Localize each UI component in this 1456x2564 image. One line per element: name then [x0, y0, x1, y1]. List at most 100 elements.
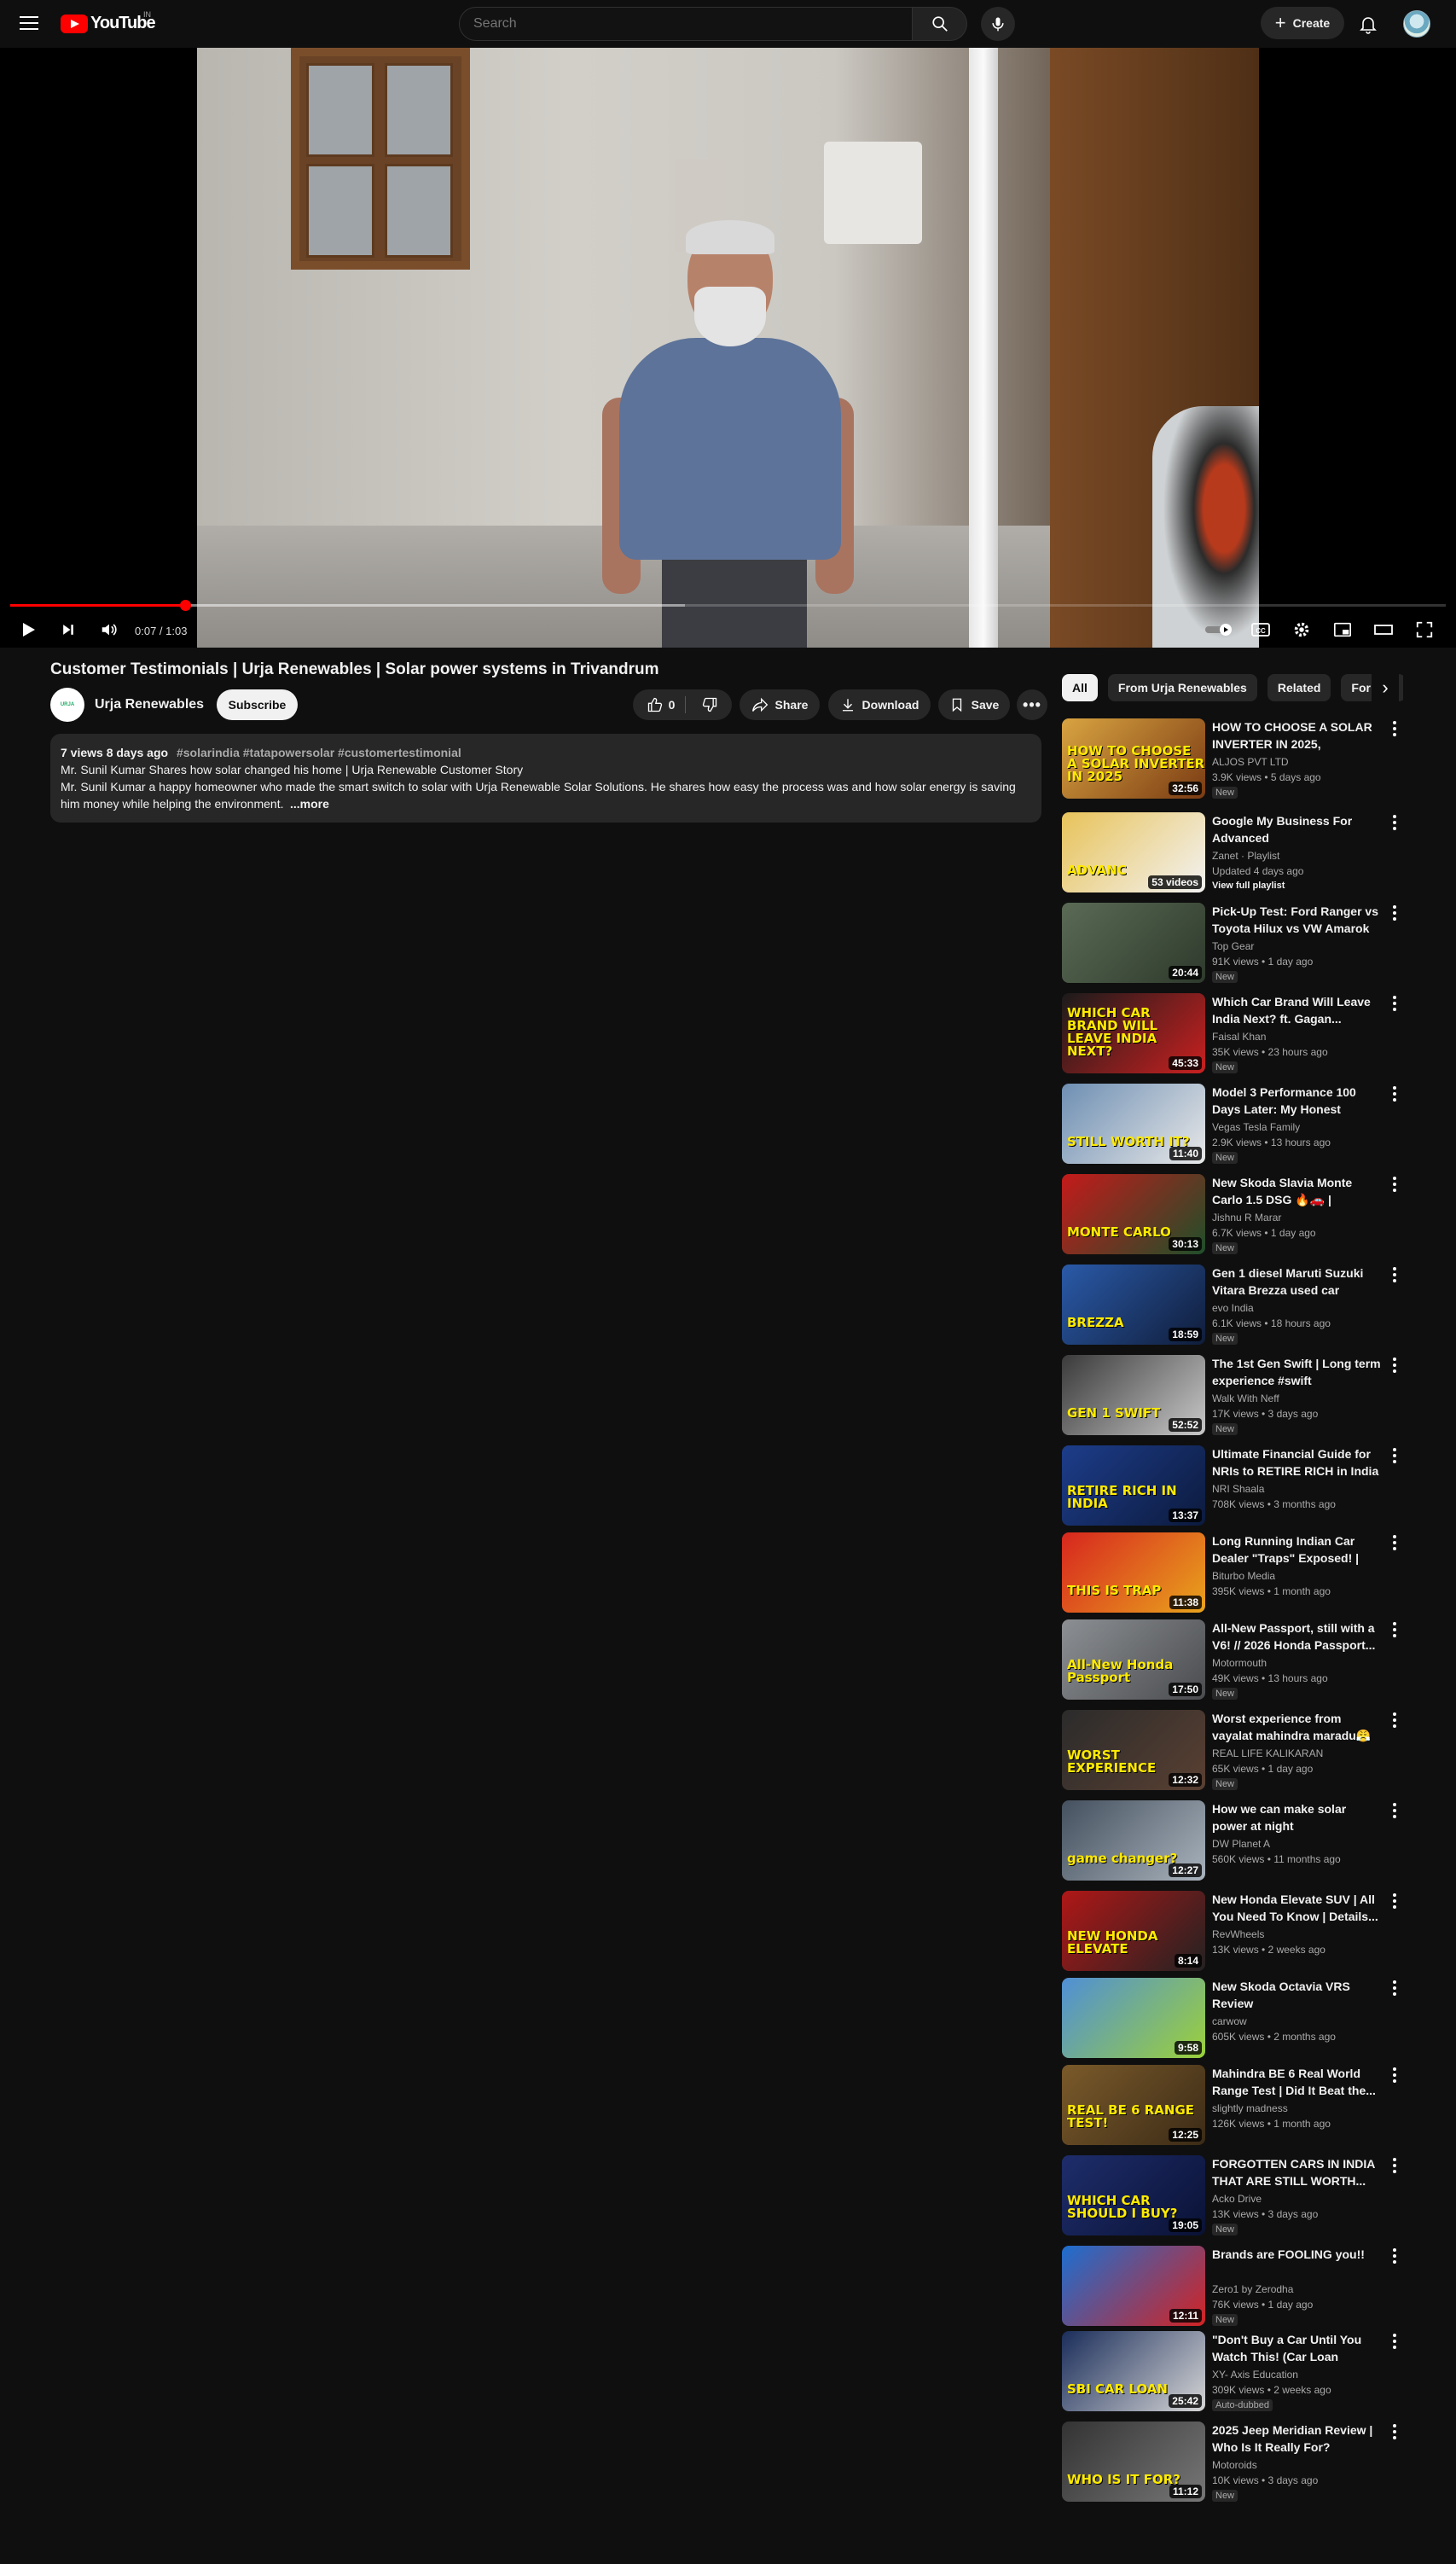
theater-mode-button[interactable] — [1370, 616, 1397, 643]
recommendation-item[interactable]: STILL WORTH IT? 11:40 Model 3 Performance … — [1062, 1084, 1403, 1166]
recommendation-channel[interactable]: evo India — [1212, 1302, 1254, 1314]
video-thumbnail[interactable]: RETIRE RICH IN INDIA 13:37 — [1062, 1445, 1205, 1526]
search-input[interactable] — [459, 7, 914, 41]
video-thumbnail[interactable]: HOW TO CHOOSE A SOLAR INVERTER IN 2025 32… — [1062, 718, 1205, 799]
autoplay-toggle[interactable] — [1203, 616, 1237, 643]
recommendation-title[interactable]: Brands are FOOLING you!! — [1212, 2246, 1383, 2263]
download-button[interactable]: Download — [828, 689, 931, 720]
recommendation-title[interactable]: How we can make solar power at night — [1212, 1800, 1383, 1834]
video-thumbnail[interactable]: NEW HONDA ELEVATE 8:14 — [1062, 1891, 1205, 1971]
chip-from-urja-renewables[interactable]: From Urja Renewables — [1107, 674, 1257, 701]
more-vertical-icon[interactable] — [1388, 814, 1401, 831]
recommendation-channel[interactable]: REAL LIFE KALIKARAN — [1212, 1747, 1323, 1759]
recommendation-title[interactable]: The 1st Gen Swift | Long term experience… — [1212, 1355, 1383, 1389]
video-player[interactable]: 0:07 / 1:03 CC — [0, 48, 1456, 648]
recommendation-title[interactable]: Long Running Indian Car Dealer "Traps" E… — [1212, 1532, 1383, 1567]
more-vertical-icon[interactable] — [1388, 2067, 1401, 2084]
recommendation-item[interactable]: HOW TO CHOOSE A SOLAR INVERTER IN 2025 32… — [1062, 718, 1403, 800]
progress-bar[interactable] — [10, 600, 1446, 611]
recommendation-title[interactable]: Worst experience from vayalat mahindra m… — [1212, 1710, 1383, 1744]
recommendation-item[interactable]: All-New Honda Passport 17:50 All-New Passp… — [1062, 1619, 1403, 1701]
video-thumbnail[interactable]: WHO IS IT FOR? 11:12 — [1062, 2422, 1205, 2502]
more-vertical-icon[interactable] — [1388, 1447, 1401, 1464]
recommendation-channel[interactable]: NRI Shaala — [1212, 1483, 1264, 1495]
recommendation-title[interactable]: 2025 Jeep Meridian Review | Who Is It Re… — [1212, 2422, 1383, 2456]
chip-all[interactable]: All — [1062, 674, 1098, 701]
recommendation-item[interactable]: WHICH CAR BRAND WILL LEAVE INDIA NEXT? 45… — [1062, 993, 1403, 1075]
recommendation-item[interactable]: WHO IS IT FOR? 11:12 2025 Jeep Meridian Re… — [1062, 2422, 1403, 2503]
fullscreen-button[interactable] — [1411, 616, 1438, 643]
description-box[interactable]: 7 views 8 days ago #solarindia #tatapowe… — [50, 734, 1041, 823]
recommendation-channel[interactable]: Acko Drive — [1212, 2193, 1262, 2205]
recommendation-item[interactable]: GEN 1 SWIFT 52:52 The 1st Gen Swift | Long… — [1062, 1355, 1403, 1437]
more-vertical-icon[interactable] — [1388, 1712, 1401, 1729]
recommendation-item[interactable]: REAL BE 6 RANGE TEST! 12:25 Mahindra BE 6 … — [1062, 2065, 1403, 2147]
more-vertical-icon[interactable] — [1388, 1357, 1401, 1374]
channel-avatar[interactable]: URJA — [50, 688, 84, 722]
video-thumbnail[interactable]: WHICH CAR BRAND WILL LEAVE INDIA NEXT? 45… — [1062, 993, 1205, 1073]
video-thumbnail[interactable]: 9:58 — [1062, 1978, 1205, 2058]
more-vertical-icon[interactable] — [1388, 1266, 1401, 1283]
more-vertical-icon[interactable] — [1388, 1802, 1401, 1819]
next-button[interactable] — [55, 616, 82, 643]
share-button[interactable]: Share — [740, 689, 820, 720]
recommendation-item[interactable]: MONTE CARLO 30:13 New Skoda Slavia Monte C… — [1062, 1174, 1403, 1256]
video-thumbnail[interactable]: SBI CAR LOAN 25:42 — [1062, 2331, 1205, 2411]
recommendation-channel[interactable]: Vegas Tesla Family — [1212, 1121, 1300, 1133]
settings-button[interactable] — [1288, 616, 1315, 643]
voice-search-button[interactable] — [981, 7, 1015, 41]
recommendation-channel[interactable]: Top Gear — [1212, 940, 1254, 952]
recommendation-channel[interactable]: Motormouth — [1212, 1657, 1267, 1669]
search-button[interactable] — [913, 7, 967, 41]
video-thumbnail[interactable]: 12:11 — [1062, 2246, 1205, 2326]
recommendation-channel[interactable]: XY- Axis Education — [1212, 2369, 1298, 2381]
video-thumbnail[interactable]: WORST EXPERIENCE 12:32 — [1062, 1710, 1205, 1790]
channel-name[interactable]: Urja Renewables — [95, 697, 204, 712]
recommendation-channel[interactable]: Faisal Khan — [1212, 1031, 1266, 1043]
recommendation-title[interactable]: Google My Business For Advanced — [1212, 812, 1383, 846]
video-thumbnail[interactable]: 20:44 — [1062, 903, 1205, 983]
more-vertical-icon[interactable] — [1388, 2157, 1401, 2174]
video-thumbnail[interactable]: BREZZA 18:59 — [1062, 1265, 1205, 1345]
video-thumbnail[interactable]: game changer? 12:27 — [1062, 1800, 1205, 1881]
more-vertical-icon[interactable] — [1388, 1892, 1401, 1910]
recommendation-item[interactable]: WHICH CAR SHOULD I BUY? 19:05 FORGOTTEN CA… — [1062, 2155, 1403, 2237]
recommendation-title[interactable]: Ultimate Financial Guide for NRIs to RET… — [1212, 1445, 1383, 1480]
video-thumbnail[interactable]: ADVANC 53 videos — [1062, 812, 1205, 892]
more-vertical-icon[interactable] — [1388, 1621, 1401, 1638]
more-vertical-icon[interactable] — [1388, 995, 1401, 1012]
recommendation-title[interactable]: Mahindra BE 6 Real World Range Test | Di… — [1212, 2065, 1383, 2099]
recommendation-channel[interactable]: Biturbo Media — [1212, 1570, 1275, 1582]
create-button[interactable]: + Create — [1261, 7, 1344, 39]
more-vertical-icon[interactable] — [1388, 1176, 1401, 1193]
scrubber-handle[interactable] — [180, 600, 192, 611]
recommendation-item[interactable]: ADVANC 53 videos Google My Business For Ad… — [1062, 812, 1403, 894]
recommendation-item[interactable]: THIS IS TRAP 11:38 Long Running Indian Car… — [1062, 1532, 1403, 1614]
recommendation-item[interactable]: RETIRE RICH IN INDIA 13:37 Ultimate Financ… — [1062, 1445, 1403, 1527]
recommendation-title[interactable]: HOW TO CHOOSE A SOLAR INVERTER IN 2025, … — [1212, 718, 1383, 753]
recommendation-channel[interactable]: RevWheels — [1212, 1928, 1264, 1940]
more-vertical-icon[interactable] — [1388, 1534, 1401, 1551]
volume-button[interactable] — [96, 616, 123, 643]
recommendation-item[interactable]: NEW HONDA ELEVATE 8:14 New Honda Elevate S… — [1062, 1891, 1403, 1973]
recommendation-badge[interactable]: View full playlist — [1212, 881, 1285, 891]
recommendation-item[interactable]: game changer? 12:27 How we can make solar … — [1062, 1800, 1403, 1882]
recommendation-title[interactable]: Pick-Up Test: Ford Ranger vs Toyota Hilu… — [1212, 903, 1383, 937]
subscribe-button[interactable]: Subscribe — [217, 689, 298, 720]
recommendation-title[interactable]: Model 3 Performance 100 Days Later: My H… — [1212, 1084, 1383, 1118]
more-vertical-icon[interactable] — [1388, 2333, 1401, 2350]
recommendation-channel[interactable]: carwow — [1212, 2015, 1247, 2027]
video-thumbnail[interactable]: STILL WORTH IT? 11:40 — [1062, 1084, 1205, 1164]
recommendation-channel[interactable]: slightly madness — [1212, 2102, 1288, 2114]
more-vertical-icon[interactable] — [1388, 1085, 1401, 1102]
recommendation-title[interactable]: New Honda Elevate SUV | All You Need To … — [1212, 1891, 1383, 1925]
youtube-logo[interactable]: YouTube IN — [61, 10, 156, 33]
chip-related[interactable]: Related — [1267, 674, 1331, 701]
account-avatar[interactable] — [1403, 10, 1430, 38]
recommendation-item[interactable]: 12:11 Brands are FOOLING you!! Zero1 by Ze… — [1062, 2246, 1403, 2328]
menu-icon[interactable] — [17, 12, 41, 36]
more-vertical-icon[interactable] — [1388, 2247, 1401, 2265]
video-frame[interactable] — [197, 48, 1259, 648]
save-button[interactable]: Save — [938, 689, 1010, 720]
recommendation-title[interactable]: FORGOTTEN CARS IN INDIA THAT ARE STILL W… — [1212, 2155, 1383, 2189]
